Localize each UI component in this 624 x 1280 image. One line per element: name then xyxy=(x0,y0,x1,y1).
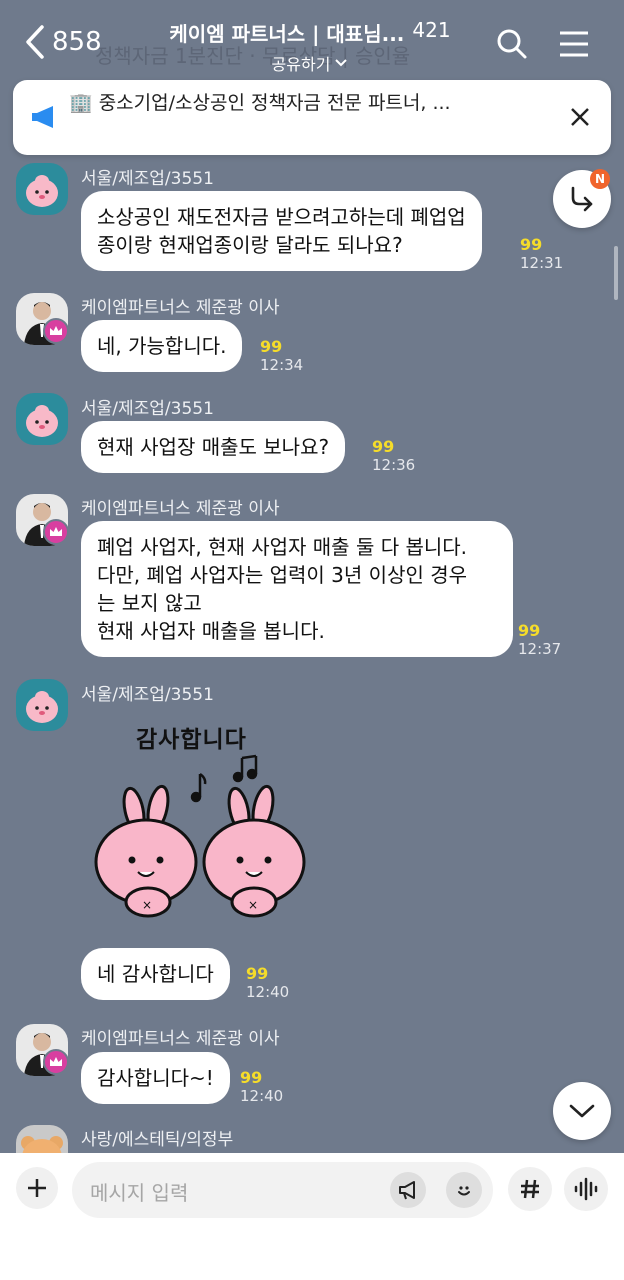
message-input-placeholder: 메시지 입력 xyxy=(90,1181,189,1205)
member-count: 421 xyxy=(412,18,451,42)
apeach-character-icon xyxy=(26,405,58,437)
share-label: 공유하기 xyxy=(271,55,331,74)
message-input-bar: 메시지 입력 xyxy=(0,1153,624,1280)
sender-name: 서울/제조업/3551 xyxy=(81,399,214,419)
crown-icon xyxy=(50,1057,62,1066)
unread-count: 99 xyxy=(372,437,395,456)
message-time: 12:40 xyxy=(240,1087,284,1105)
chevron-down-icon xyxy=(335,59,348,67)
message-meta: 99 12:36 xyxy=(372,437,416,475)
share-button[interactable]: 공유하기 xyxy=(272,51,349,75)
smile-icon xyxy=(458,1186,470,1196)
megaphone-icon xyxy=(32,106,53,128)
chat-title: 케이엠 파트너스 | 대표님... 421 xyxy=(150,18,470,47)
chevron-down-icon xyxy=(569,1104,595,1118)
scroll-down-button[interactable] xyxy=(553,1082,611,1140)
message-bubble[interactable]: 감사합니다~! xyxy=(81,1052,230,1104)
scrollbar[interactable] xyxy=(614,246,618,300)
crown-badge xyxy=(43,519,69,545)
message-time: 12:34 xyxy=(260,356,304,374)
crown-badge xyxy=(43,318,69,344)
search-icon xyxy=(497,29,527,59)
message-time: 12:40 xyxy=(246,983,290,1001)
sender-name: 케이엠파트너스 제준광 이사 xyxy=(81,298,280,318)
message-bubble[interactable]: 소상공인 재도전자금 받으려고하는데 폐업업 종이랑 현재업종이랑 달라도 되나… xyxy=(81,191,482,271)
message-meta: 99 12:37 xyxy=(518,621,562,659)
announce-button[interactable] xyxy=(390,1172,426,1208)
notice-text: 🏢 중소기업/소상공인 정책자금 전문 파트너, ... xyxy=(69,92,451,114)
close-icon[interactable] xyxy=(569,106,591,128)
unread-count: 99 xyxy=(246,964,269,983)
unread-count: 99 xyxy=(260,337,283,356)
unread-count: 99 xyxy=(518,621,541,640)
message-time: 12:31 xyxy=(520,254,564,272)
sender-name: 케이엠파트너스 제준광 이사 xyxy=(81,1029,280,1049)
message-input[interactable]: 메시지 입력 xyxy=(72,1162,493,1218)
chat-title-area[interactable]: 케이엠 파트너스 | 대표님... 421 공유하기 xyxy=(150,18,470,75)
avatar[interactable] xyxy=(16,163,68,215)
rabbits-sticker-icon: × × xyxy=(94,754,306,918)
crown-badge xyxy=(43,1049,69,1075)
waveform-icon xyxy=(574,1177,598,1201)
reply-arrow-icon xyxy=(571,186,593,212)
sender-name: 서울/제조업/3551 xyxy=(81,169,214,189)
sticker[interactable]: 감사합니다 × × xyxy=(86,712,326,936)
plus-icon xyxy=(28,1179,46,1197)
pinned-notice[interactable]: 🏢 중소기업/소상공인 정책자금 전문 파트너, ... xyxy=(13,80,611,155)
svg-text:×: × xyxy=(248,898,258,912)
new-badge: N xyxy=(590,169,610,189)
emoji-button[interactable] xyxy=(446,1172,482,1208)
sender-name: 서울/제조업/3551 xyxy=(81,685,214,705)
unread-count: 99 xyxy=(520,235,543,254)
message-time: 12:37 xyxy=(518,640,562,658)
message-bubble[interactable]: 폐업 사업자, 현재 사업자 매출 둘 다 봅니다. 다만, 폐업 사업자는 업… xyxy=(81,521,513,657)
apeach-character-icon xyxy=(26,691,58,723)
apeach-character-icon xyxy=(26,175,58,207)
menu-button[interactable] xyxy=(556,26,592,62)
attach-button[interactable] xyxy=(16,1167,58,1209)
megaphone-icon xyxy=(399,1181,415,1200)
chat-room-name: 케이엠 파트너스 | 대표님... xyxy=(169,22,405,46)
hamburger-icon xyxy=(560,31,588,57)
avatar[interactable] xyxy=(16,393,68,445)
svg-text:×: × xyxy=(142,898,152,912)
hashtag-button[interactable] xyxy=(508,1167,552,1211)
message-meta: 99 12:34 xyxy=(260,337,304,375)
hashtag-icon xyxy=(521,1179,539,1199)
voice-button[interactable] xyxy=(564,1167,608,1211)
message-meta: 99 12:31 xyxy=(520,235,564,273)
sticker-caption: 감사합니다 xyxy=(136,727,247,753)
message-bubble[interactable]: 네, 가능합니다. xyxy=(81,320,243,372)
sender-name: 사랑/에스테틱/의정부 xyxy=(81,1130,234,1150)
crown-icon xyxy=(50,527,62,536)
unread-chat-count: 858 xyxy=(52,27,102,57)
search-button[interactable] xyxy=(494,26,530,62)
avatar[interactable] xyxy=(16,679,68,731)
message-meta: 99 12:40 xyxy=(240,1068,284,1106)
unread-count: 99 xyxy=(240,1068,263,1087)
sender-name: 케이엠파트너스 제준광 이사 xyxy=(81,499,280,519)
chat-header: 정책자금 1분진단 · 무료상담 | 승인율 858 케이엠 파트너스 | 대표… xyxy=(0,0,624,84)
chevron-left-icon xyxy=(26,25,44,59)
crown-icon xyxy=(50,326,62,335)
message-bubble[interactable]: 네 감사합니다 xyxy=(81,948,230,1000)
back-button[interactable]: 858 xyxy=(24,24,102,60)
message-time: 12:36 xyxy=(372,456,416,474)
message-meta: 99 12:40 xyxy=(246,964,290,1002)
message-bubble[interactable]: 현재 사업장 매출도 보나요? xyxy=(81,421,346,473)
